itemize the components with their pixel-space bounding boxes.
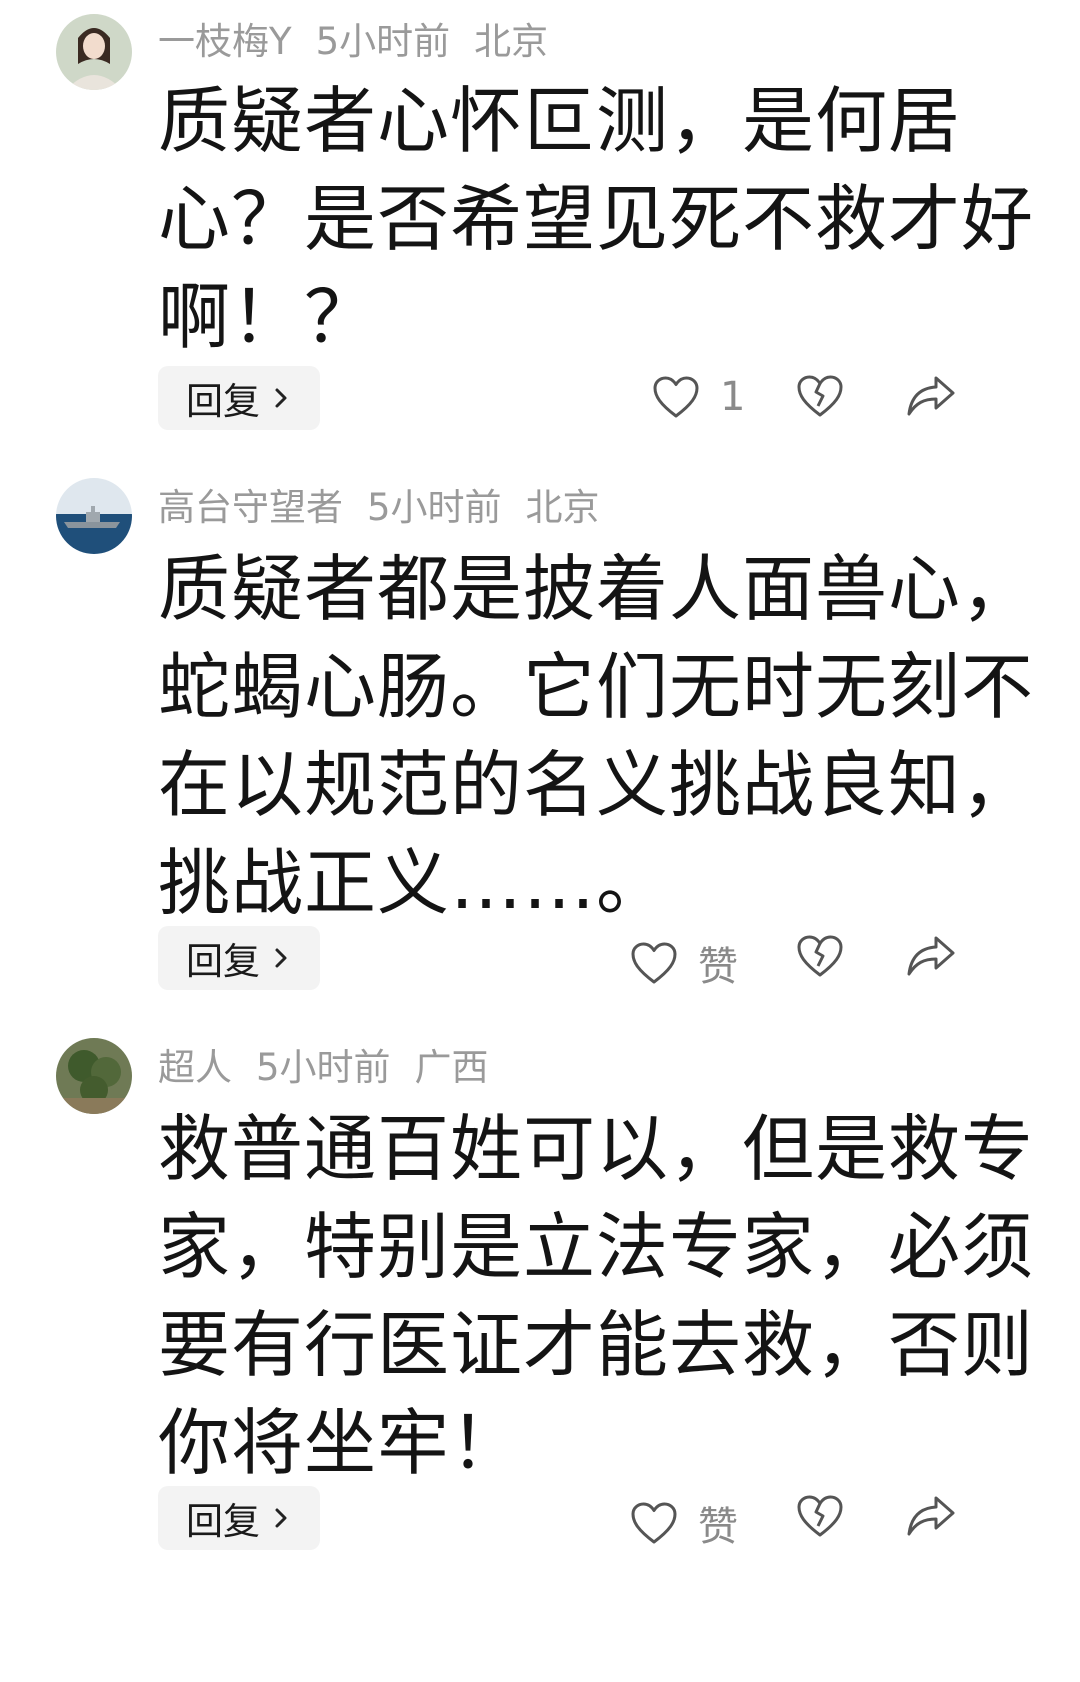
- comment-body: 质疑者都是披着人面兽心， 蛇蝎心肠。它们无时无刻不 在以规范的名义挑战良知， 挑…: [158, 540, 1035, 932]
- like-button[interactable]: 1: [652, 374, 745, 420]
- comment-meta: 超人 5小时前 广西: [158, 1046, 513, 1090]
- comment-body: 救普通百姓可以，但是救专 家，特别是立法专家，必须 要有行医证才能去救，否则 你…: [158, 1100, 1035, 1492]
- dislike-button[interactable]: [796, 934, 844, 978]
- location: 北京: [525, 486, 600, 529]
- username[interactable]: 超人: [158, 1046, 232, 1089]
- timestamp: 5小时前: [315, 20, 451, 63]
- share-arrow-icon: [907, 1496, 955, 1536]
- comment-line: 质疑者都是披着人面兽心，: [158, 547, 1035, 631]
- dislike-button[interactable]: [796, 1494, 844, 1538]
- comment-line: 蛇蝎心肠。它们无时无刻不: [158, 645, 1035, 729]
- broken-heart-icon: [797, 375, 843, 417]
- share-arrow-icon: [907, 376, 955, 416]
- reply-button[interactable]: 回复: [158, 1486, 320, 1550]
- location: 广西: [414, 1046, 489, 1089]
- like-button[interactable]: 赞: [630, 934, 738, 992]
- comment-line: 啊！？: [158, 275, 378, 359]
- username[interactable]: 一枝梅Y: [158, 20, 292, 63]
- comment-line: 心？是否希望见死不救才好: [158, 177, 1035, 261]
- share-arrow-icon: [907, 936, 955, 976]
- timestamp: 5小时前: [367, 486, 502, 529]
- chevron-right-icon: [275, 388, 287, 408]
- like-label: 赞: [698, 944, 738, 990]
- comment-line: 救普通百姓可以，但是救专: [158, 1107, 1035, 1191]
- broken-heart-icon: [797, 1495, 843, 1537]
- chevron-right-icon: [275, 948, 287, 968]
- comment-line: 家，特别是立法专家，必须: [158, 1205, 1035, 1289]
- broken-heart-icon: [797, 935, 843, 977]
- comment-meta: 一枝梅Y 5小时前 北京: [158, 20, 572, 64]
- comment-body: 质疑者心怀叵测，是何居 心？是否希望见死不救才好 啊！？: [158, 72, 1035, 366]
- avatar[interactable]: [56, 14, 132, 90]
- timestamp: 5小时前: [256, 1046, 391, 1089]
- comment-line: 质疑者心怀叵测，是何居: [158, 79, 962, 163]
- avatar[interactable]: [56, 478, 132, 554]
- like-count: 1: [720, 374, 746, 420]
- share-button[interactable]: [906, 934, 956, 978]
- location: 北京: [474, 20, 549, 63]
- chevron-right-icon: [275, 1508, 287, 1528]
- reply-button[interactable]: 回复: [158, 366, 320, 430]
- share-button[interactable]: [906, 1494, 956, 1538]
- comment-line: 你将坐牢！: [158, 1401, 524, 1485]
- heart-outline-icon: [631, 942, 677, 984]
- username[interactable]: 高台守望者: [158, 486, 343, 529]
- avatar[interactable]: [56, 1038, 132, 1114]
- reply-button[interactable]: 回复: [158, 926, 320, 990]
- like-label: 赞: [698, 1504, 738, 1550]
- heart-outline-icon: [631, 1502, 677, 1544]
- heart-outline-icon: [653, 376, 699, 418]
- reply-label: 回复: [186, 940, 260, 983]
- reply-label: 回复: [186, 1500, 260, 1543]
- comment-line: 要有行医证才能去救，否则: [158, 1303, 1035, 1387]
- dislike-button[interactable]: [796, 374, 844, 418]
- comment-line: 挑战正义……。: [158, 841, 670, 925]
- like-button[interactable]: 赞: [630, 1494, 738, 1552]
- share-button[interactable]: [906, 374, 956, 418]
- reply-label: 回复: [186, 380, 260, 423]
- comment-meta: 高台守望者 5小时前 北京: [158, 486, 624, 530]
- comment-line: 在以规范的名义挑战良知，: [158, 743, 1035, 827]
